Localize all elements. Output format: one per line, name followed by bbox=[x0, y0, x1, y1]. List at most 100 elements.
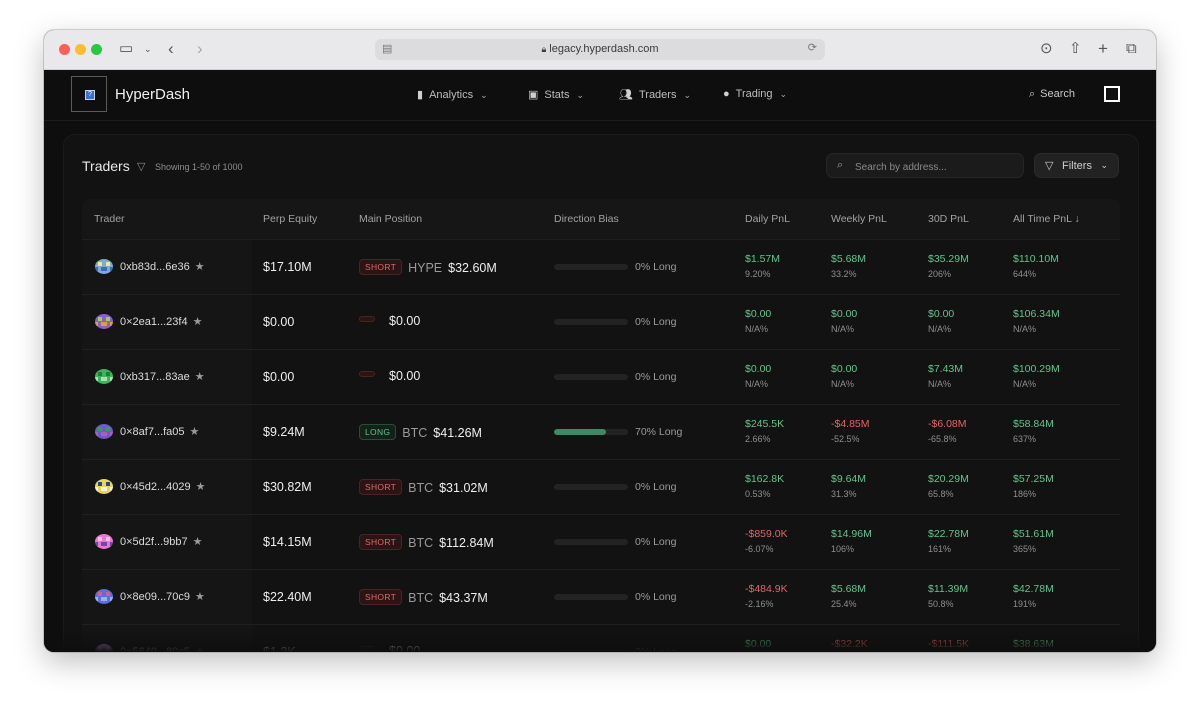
pnl-alltime-value: $106.34M bbox=[1013, 308, 1060, 320]
sidebar-toggle-icon[interactable]: ▭ bbox=[119, 38, 133, 60]
header-perp-equity[interactable]: Perp Equity bbox=[263, 213, 317, 225]
pnl-alltime-value: $57.25M bbox=[1013, 473, 1054, 485]
nav-analytics-label: Analytics bbox=[429, 89, 474, 101]
position-asset: BTC bbox=[408, 481, 434, 495]
tab-overview-icon[interactable]: ⧉ bbox=[1126, 38, 1137, 60]
trader-address-text: 0×2ea1...23f4 bbox=[120, 316, 188, 328]
star-icon[interactable]: ★ bbox=[195, 261, 205, 273]
trader-address[interactable]: 0xb83d...6e36 ★ bbox=[120, 260, 205, 273]
perp-equity: $0.00 bbox=[263, 370, 295, 384]
pnl-d30-percent: 161% bbox=[928, 544, 952, 554]
maximize-window-button[interactable] bbox=[91, 44, 102, 55]
pnl-d30-value: -$6.08M bbox=[928, 418, 967, 430]
table-row[interactable]: 0×8af7...fa05 ★ $9.24M LONG BTC $41.26M 70% Lo… bbox=[82, 404, 1120, 459]
header-daily-pnl[interactable]: Daily PnL bbox=[745, 213, 790, 225]
header-direction-bias[interactable]: Direction Bias bbox=[554, 213, 619, 225]
trader-cell[interactable]: 0×8af7...fa05 ★ bbox=[82, 405, 252, 459]
pnl-daily-percent: -6.07% bbox=[745, 544, 774, 554]
trader-address[interactable]: 0×8af7...fa05 ★ bbox=[120, 425, 199, 438]
pnl-d30: $0.00 N/A% bbox=[928, 308, 954, 334]
pnl-d30-value: $7.43M bbox=[928, 363, 964, 375]
address-bar[interactable]: ▤ 🔒︎ legacy.hyperdash.com ⟳ bbox=[375, 39, 825, 60]
position-side-badge bbox=[359, 371, 375, 377]
pnl-d30-percent: N/A% bbox=[928, 379, 952, 389]
header-weekly-pnl[interactable]: Weekly PnL bbox=[831, 213, 887, 225]
pnl-daily: $1.57M 9.20% bbox=[745, 253, 780, 279]
download-icon[interactable]: ⊙ bbox=[1040, 38, 1053, 60]
trader-address[interactable]: 0×8e09...70c9 ★ bbox=[120, 590, 205, 603]
logo[interactable]: ? bbox=[71, 76, 107, 112]
position-side-badge: SHORT bbox=[359, 479, 403, 495]
wallet-button[interactable] bbox=[1104, 86, 1120, 102]
header-all-time-pnl[interactable]: All Time PnL ↓ bbox=[1013, 213, 1080, 225]
header-main-position[interactable]: Main Position bbox=[359, 213, 422, 225]
back-icon[interactable]: ‹ bbox=[168, 38, 174, 60]
close-window-button[interactable] bbox=[59, 44, 70, 55]
share-icon[interactable]: ⇧ bbox=[1069, 38, 1082, 60]
position-size: $31.02M bbox=[439, 481, 488, 495]
browser-titlebar: ▭ ⌄ ‹ › ▤ 🔒︎ legacy.hyperdash.com ⟳ ⊙ ⇧ … bbox=[44, 30, 1156, 70]
pnl-daily: $0.00 N/A% bbox=[745, 308, 771, 334]
pnl-daily-percent: N/A% bbox=[745, 324, 769, 334]
users-icon: 👥︎ bbox=[619, 89, 633, 101]
forward-icon[interactable]: › bbox=[197, 38, 203, 60]
reload-icon[interactable]: ⟳ bbox=[808, 41, 817, 54]
nav-analytics[interactable]: ▮ Analytics ⌄ bbox=[417, 88, 488, 101]
star-icon[interactable]: ★ bbox=[193, 316, 203, 328]
nav-stats[interactable]: ▣ Stats ⌄ bbox=[528, 88, 584, 101]
table-row[interactable]: 0×8e09...70c9 ★ $22.40M SHORT BTC $43.37M 0% L… bbox=[82, 569, 1120, 624]
filter-icon[interactable]: ▽ bbox=[137, 160, 145, 173]
nav-traders[interactable]: 👥︎ Traders ⌄ bbox=[619, 88, 691, 101]
star-icon[interactable]: ★ bbox=[193, 536, 203, 548]
star-icon[interactable]: ★ bbox=[195, 591, 205, 603]
trader-cell[interactable]: 0×5d2f...9bb7 ★ bbox=[82, 515, 252, 569]
new-tab-icon[interactable]: + bbox=[1098, 38, 1108, 60]
star-icon[interactable]: ★ bbox=[190, 426, 200, 438]
trader-cell[interactable]: 0×8e09...70c9 ★ bbox=[82, 570, 252, 624]
direction-bias-bar bbox=[554, 484, 628, 490]
main-position: SHORT HYPE $32.60M bbox=[359, 259, 497, 275]
pnl-alltime: $58.84M 637% bbox=[1013, 418, 1054, 444]
trader-cell[interactable]: 0×45d2...4029 ★ bbox=[82, 460, 252, 514]
pnl-weekly-value: $0.00 bbox=[831, 308, 858, 320]
trader-address[interactable]: 0xb317...83ae ★ bbox=[120, 370, 205, 383]
pnl-weekly-value: -$4.85M bbox=[831, 418, 870, 430]
trader-address-text: 0×5d2f...9bb7 bbox=[120, 536, 188, 548]
trader-address[interactable]: 0×5d2f...9bb7 ★ bbox=[120, 535, 202, 548]
table-row[interactable]: 0×45d2...4029 ★ $30.82M SHORT BTC $31.02M 0% L… bbox=[82, 459, 1120, 514]
trader-cell[interactable]: 0xb83d...6e36 ★ bbox=[82, 240, 252, 294]
table-row[interactable]: 0×2ea1...23f4 ★ $0.00 $0.00 0% Long $0.00 N/A%… bbox=[82, 294, 1120, 349]
pnl-daily-percent: N/A% bbox=[745, 379, 769, 389]
header-30d-pnl[interactable]: 30D PnL bbox=[928, 213, 969, 225]
header-trader[interactable]: Trader bbox=[94, 213, 125, 225]
table-row[interactable]: 0xb317...83ae ★ $0.00 $0.00 0% Long $0.00 N/A%… bbox=[82, 349, 1120, 404]
trader-cell[interactable]: 0×2ea1...23f4 ★ bbox=[82, 295, 252, 349]
nav-stats-label: Stats bbox=[544, 89, 570, 101]
table-row[interactable]: 0×5d2f...9bb7 ★ $14.15M SHORT BTC $112.84M 0% … bbox=[82, 514, 1120, 569]
filters-button[interactable]: ▽ Filters ⌄ bbox=[1034, 153, 1119, 178]
nav-trading-label: Trading bbox=[735, 88, 773, 100]
pnl-daily-percent: 9.20% bbox=[745, 269, 771, 279]
trader-cell[interactable]: 0xb317...83ae ★ bbox=[82, 350, 252, 404]
nav-search-button[interactable]: ⌕ Search bbox=[1029, 88, 1075, 101]
direction-bias-label: 0% Long bbox=[635, 536, 677, 548]
trader-address[interactable]: 0×45d2...4029 ★ bbox=[120, 480, 206, 493]
table-row[interactable]: 0xb83d...6e36 ★ $17.10M SHORT HYPE $32.60M 0% … bbox=[82, 239, 1120, 294]
position-side-badge: SHORT bbox=[359, 534, 403, 550]
position-asset: HYPE bbox=[408, 261, 443, 275]
chevron-down-icon: ⌄ bbox=[480, 90, 488, 100]
pnl-d30-percent: 65.8% bbox=[928, 489, 954, 499]
star-icon[interactable]: ★ bbox=[196, 481, 206, 493]
nav-trading[interactable]: ● Trading ⌄ bbox=[723, 88, 787, 100]
address-search[interactable]: ⌕ bbox=[826, 153, 1024, 178]
pnl-daily-value: $0.00 bbox=[745, 363, 772, 375]
trader-address[interactable]: 0×2ea1...23f4 ★ bbox=[120, 315, 202, 328]
pnl-alltime: $106.34M N/A% bbox=[1013, 308, 1060, 334]
pnl-weekly-value: $9.64M bbox=[831, 473, 867, 485]
address-search-input[interactable] bbox=[853, 157, 1017, 177]
minimize-window-button[interactable] bbox=[75, 44, 86, 55]
chevron-down-icon[interactable]: ⌄ bbox=[144, 38, 152, 60]
url-text: 🔒︎ legacy.hyperdash.com bbox=[375, 43, 825, 55]
star-icon[interactable]: ★ bbox=[195, 371, 205, 383]
chevron-down-icon: ⌄ bbox=[683, 90, 692, 100]
